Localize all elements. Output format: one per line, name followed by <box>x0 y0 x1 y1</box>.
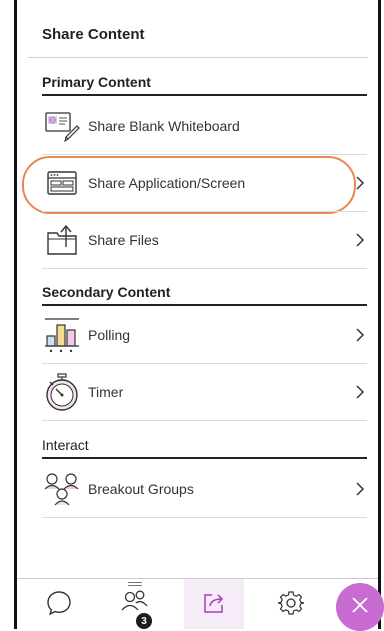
polling-item[interactable]: Polling <box>42 307 367 363</box>
breakout-groups-item[interactable]: Breakout Groups <box>42 461 367 517</box>
share-content-panel: Share Content Primary Content Share Blan… <box>0 0 384 631</box>
item-label: Breakout Groups <box>88 481 194 497</box>
section-divider-interact <box>42 457 367 459</box>
polling-icon <box>42 315 82 355</box>
item-label: Share Blank Whiteboard <box>88 118 240 134</box>
chevron-right-icon <box>353 382 367 402</box>
settings-icon <box>277 590 305 621</box>
whiteboard-icon <box>42 106 82 146</box>
title-divider <box>28 57 368 58</box>
screen-share-icon <box>42 163 82 203</box>
section-heading-primary: Primary Content <box>42 74 151 90</box>
chevron-right-icon <box>353 230 367 250</box>
attendees-tab[interactable] <box>110 584 160 626</box>
share-files-icon <box>42 220 82 260</box>
timer-item[interactable]: Timer <box>42 364 367 420</box>
chat-icon <box>46 590 72 621</box>
item-divider <box>42 420 367 421</box>
breakout-groups-icon <box>42 469 82 509</box>
share-application-screen-item[interactable]: Share Application/Screen <box>42 155 367 211</box>
item-label: Share Application/Screen <box>88 175 246 191</box>
chat-tab[interactable] <box>34 584 84 626</box>
section-divider-secondary <box>42 304 367 306</box>
share-blank-whiteboard-item[interactable]: Share Blank Whiteboard <box>42 98 367 154</box>
section-divider-primary <box>42 94 367 96</box>
close-icon <box>350 595 370 620</box>
chevron-right-icon <box>353 479 367 499</box>
section-heading-secondary: Secondary Content <box>42 284 171 300</box>
chevron-right-icon <box>353 325 367 345</box>
share-content-tab[interactable] <box>189 584 239 626</box>
close-button[interactable] <box>336 583 384 631</box>
attendees-count-badge: 3 <box>136 613 152 629</box>
item-label: Polling <box>88 327 131 343</box>
chevron-right-icon <box>353 173 367 193</box>
item-divider <box>42 517 367 518</box>
panel-left-border <box>14 0 17 629</box>
item-label: Share Files <box>88 232 159 248</box>
section-heading-interact: Interact <box>42 437 89 453</box>
share-content-icon <box>201 590 227 621</box>
panel-title: Share Content <box>42 26 145 43</box>
timer-icon <box>42 372 82 412</box>
item-label: Timer <box>88 384 124 400</box>
settings-tab[interactable] <box>266 584 316 626</box>
item-divider <box>42 268 367 269</box>
panel-right-border <box>378 0 381 629</box>
share-files-item[interactable]: Share Files <box>42 212 367 268</box>
